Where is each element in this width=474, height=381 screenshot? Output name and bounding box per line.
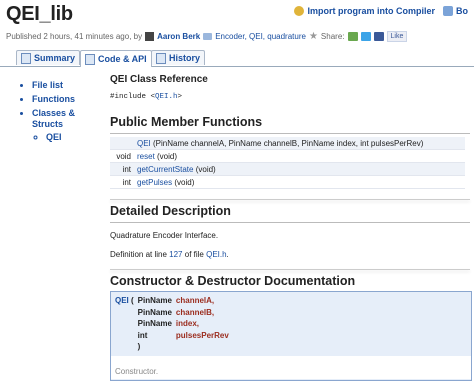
import-icon: [294, 6, 305, 16]
divider: [110, 269, 470, 270]
definition-file-link[interactable]: QEI.h: [206, 250, 226, 259]
function-link-qei[interactable]: QEI: [137, 139, 151, 148]
sidebar-item-qei[interactable]: QEI: [46, 132, 92, 143]
import-program-button[interactable]: Import program into Compiler: [294, 6, 435, 16]
published-text: Published 2 hours, 41 minutes ago, by: [6, 32, 143, 41]
param-name: channelB,: [175, 307, 215, 317]
sidebar-item-functions[interactable]: Functions: [32, 94, 92, 105]
table-row: PinName channelB,: [113, 307, 231, 319]
divider: [110, 199, 470, 200]
header-actions: Import program into Compiler Bo: [294, 6, 468, 16]
bookmark-icon: [443, 6, 453, 16]
page-title: QEI_lib: [6, 3, 73, 25]
param-type: PinName: [137, 296, 172, 306]
tab-code-api[interactable]: Code & API: [80, 50, 152, 67]
function-link-getcurrentstate[interactable]: getCurrentState: [137, 165, 193, 174]
constructor-close: ): [137, 342, 141, 352]
function-args: (void): [193, 164, 216, 174]
constructor-open: (: [128, 296, 134, 306]
table-row: ): [113, 341, 231, 353]
definition-mid: of file: [182, 250, 207, 259]
param-name: channelA,: [175, 296, 215, 306]
bookmark-button[interactable]: Bo: [443, 6, 468, 16]
publish-meta: Published 2 hours, 41 minutes ago, by Aa…: [6, 31, 408, 42]
definition-line: Definition at line 127 of file QEI.h.: [110, 250, 470, 259]
bookmark-label: Bo: [456, 6, 468, 16]
share-email-icon[interactable]: [347, 32, 358, 41]
include-file-link[interactable]: QEI.h: [155, 93, 178, 101]
table-row: int getCurrentState (void): [110, 162, 465, 176]
table-row: QEI (PinName channelA, PinName channelB,…: [110, 137, 465, 150]
detailed-description-heading: Detailed Description: [110, 204, 231, 218]
param-type: PinName: [137, 307, 172, 317]
share-label: Share:: [320, 32, 345, 41]
include-line: #include <QEI.h>: [110, 93, 470, 101]
share-facebook-icon[interactable]: [373, 32, 384, 41]
history-icon: [156, 52, 166, 64]
author-avatar-icon: [145, 32, 155, 41]
tags-link[interactable]: Encoder, QEI, quadrature: [215, 32, 306, 41]
author-link[interactable]: Aaron Berk: [157, 32, 200, 41]
constructor-heading: Constructor & Destructor Documentation: [110, 274, 356, 288]
divider: [110, 133, 470, 134]
function-args: (void): [154, 151, 178, 161]
like-button[interactable]: Like: [386, 31, 408, 42]
share-twitter-icon[interactable]: [360, 32, 371, 41]
function-return-type: int: [110, 175, 134, 189]
member-functions-table: QEI (PinName channelA, PinName channelB,…: [110, 137, 465, 189]
function-args: (PinName channelA, PinName channelB, Pin…: [150, 138, 424, 148]
tab-summary-label: Summary: [34, 53, 76, 63]
class-reference-title: QEI Class Reference: [110, 74, 208, 85]
prototype-table: QEI ( PinName channelA, PinName channelB…: [113, 295, 231, 353]
include-prefix: #include <: [110, 93, 156, 101]
function-return-type: void: [110, 149, 134, 163]
import-program-label: Import program into Compiler: [307, 6, 435, 16]
constructor-doc-text: Constructor.: [115, 367, 159, 376]
include-suffix: >: [177, 93, 183, 101]
public-functions-heading: Public Member Functions: [110, 115, 263, 129]
param-type: PinName: [137, 319, 172, 329]
definition-prefix: Definition at line: [110, 250, 170, 259]
code-icon: [85, 53, 95, 65]
function-link-reset[interactable]: reset: [137, 152, 155, 161]
tab-code-api-label: Code & API: [98, 54, 147, 64]
main-content: QEI Class Reference #include <QEI.h> Pub…: [110, 70, 470, 293]
function-return-type: int: [110, 162, 134, 176]
function-link-getpulses[interactable]: getPulses: [137, 178, 172, 187]
constructor-name: QEI: [115, 296, 129, 306]
constructor-doc: Constructor.: [110, 356, 472, 379]
tab-history[interactable]: History: [151, 50, 206, 65]
tab-summary[interactable]: Summary: [16, 50, 81, 65]
sidebar-item-classes[interactable]: Classes & Structs QEI: [32, 108, 92, 143]
tab-bar: Summary Code & API History: [0, 50, 474, 67]
sidebar-item-file-list[interactable]: File list: [32, 80, 92, 91]
function-return-type: [110, 137, 134, 150]
param-name: index,: [175, 319, 200, 329]
table-row: int pulsesPerRev: [113, 330, 231, 342]
divider: [110, 222, 470, 223]
definition-line-link[interactable]: 127: [169, 250, 182, 259]
table-row: void reset (void): [110, 149, 465, 163]
tag-icon: [203, 33, 213, 40]
function-args: (void): [172, 177, 195, 187]
definition-suffix: .: [226, 250, 229, 259]
tab-history-label: History: [169, 53, 201, 63]
star-icon[interactable]: ★: [309, 31, 318, 42]
summary-icon: [21, 52, 31, 64]
table-row: QEI ( PinName channelA,: [113, 295, 231, 307]
param-type: int: [137, 330, 148, 340]
param-name: pulsesPerRev: [175, 330, 229, 340]
table-row: PinName index,: [113, 318, 231, 330]
sidebar-nav: File list Functions Classes & Structs QE…: [20, 80, 92, 146]
detailed-description-text: Quadrature Encoder Interface.: [110, 231, 219, 240]
table-row: int getPulses (void): [110, 175, 465, 189]
